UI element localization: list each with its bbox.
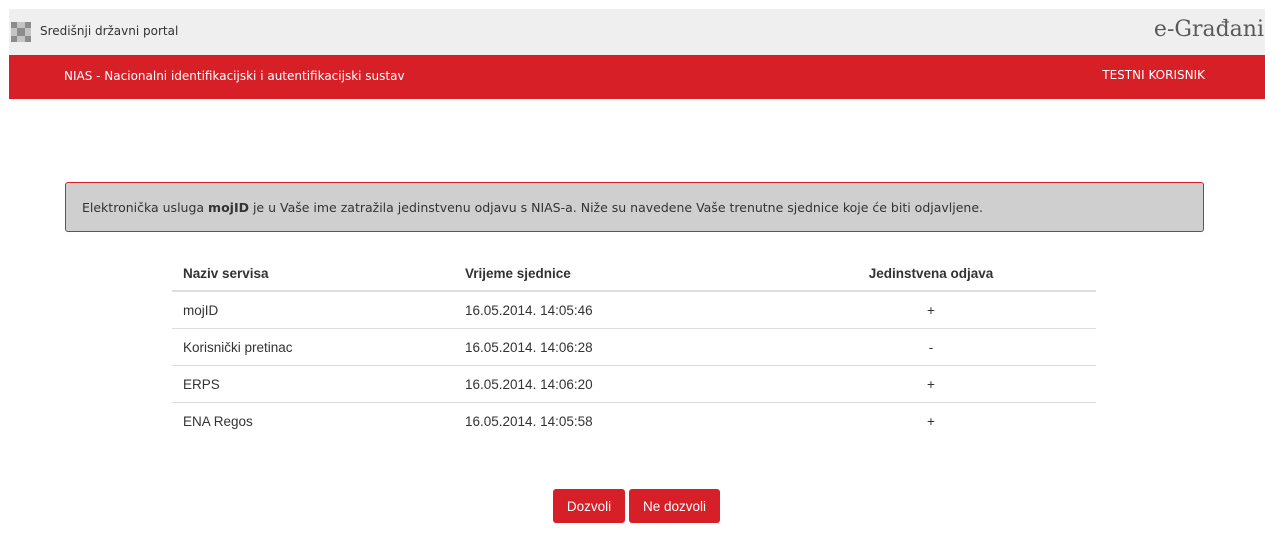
deny-button[interactable]: Ne dozvoli	[629, 489, 720, 523]
top-header: Središnji državni portal e-Građani	[9, 9, 1265, 55]
cell-logout: -	[766, 328, 1096, 366]
notice-message: Elektronička usluga mojID je u Vaše ime …	[82, 200, 983, 215]
cell-time: 16.05.2014. 14:05:46	[454, 291, 766, 329]
system-title: NIAS - Nacionalni identifikacijski i aut…	[64, 69, 405, 83]
cell-logout: +	[927, 413, 935, 429]
column-header-service: Naziv servisa	[172, 256, 454, 292]
brand-logo-text[interactable]: e-Građani	[1154, 17, 1264, 42]
allow-button[interactable]: Dozvoli	[553, 489, 625, 523]
cell-service: mojID	[172, 291, 454, 329]
cell-service: ENA Regos	[183, 413, 253, 429]
table-header-row: Naziv servisa Vrijeme sjednice Jedinstve…	[172, 256, 1096, 292]
logout-notice: Elektronička usluga mojID je u Vaše ime …	[65, 182, 1204, 232]
table-row: ENA Regos 16.05.2014. 14:05:58 +	[172, 403, 1096, 440]
notice-suffix: je u Vaše ime zatražila jedinstvenu odja…	[248, 200, 984, 215]
portal-link[interactable]: Središnji državni portal	[40, 24, 178, 38]
cell-service: ERPS	[172, 365, 454, 403]
notice-prefix: Elektronička usluga	[82, 200, 209, 215]
user-menu[interactable]: TESTNI KORISNIK	[1102, 68, 1205, 82]
column-header-logout: Jedinstvena odjava	[766, 256, 1096, 292]
cell-time: 16.05.2014. 14:06:20	[454, 365, 766, 403]
sessions-table: Naziv servisa Vrijeme sjednice Jedinstve…	[172, 256, 1096, 439]
table-row: Korisnički pretinac 16.05.2014. 14:06:28…	[172, 328, 1096, 366]
cell-service: Korisnički pretinac	[172, 328, 454, 366]
cell-time: 16.05.2014. 14:06:28	[454, 328, 766, 366]
table-row: ERPS 16.05.2014. 14:06:20 +	[172, 365, 1096, 403]
column-header-time: Vrijeme sjednice	[454, 256, 766, 292]
notice-service-name: mojID	[208, 200, 249, 215]
table-row: mojID 16.05.2014. 14:05:46 +	[172, 291, 1096, 329]
cell-logout: +	[766, 291, 1096, 329]
checkerboard-logo-icon[interactable]	[11, 22, 31, 42]
cell-logout: +	[766, 365, 1096, 403]
system-navbar: NIAS - Nacionalni identifikacijski i aut…	[9, 55, 1265, 99]
cell-time: 16.05.2014. 14:05:58	[465, 413, 593, 429]
